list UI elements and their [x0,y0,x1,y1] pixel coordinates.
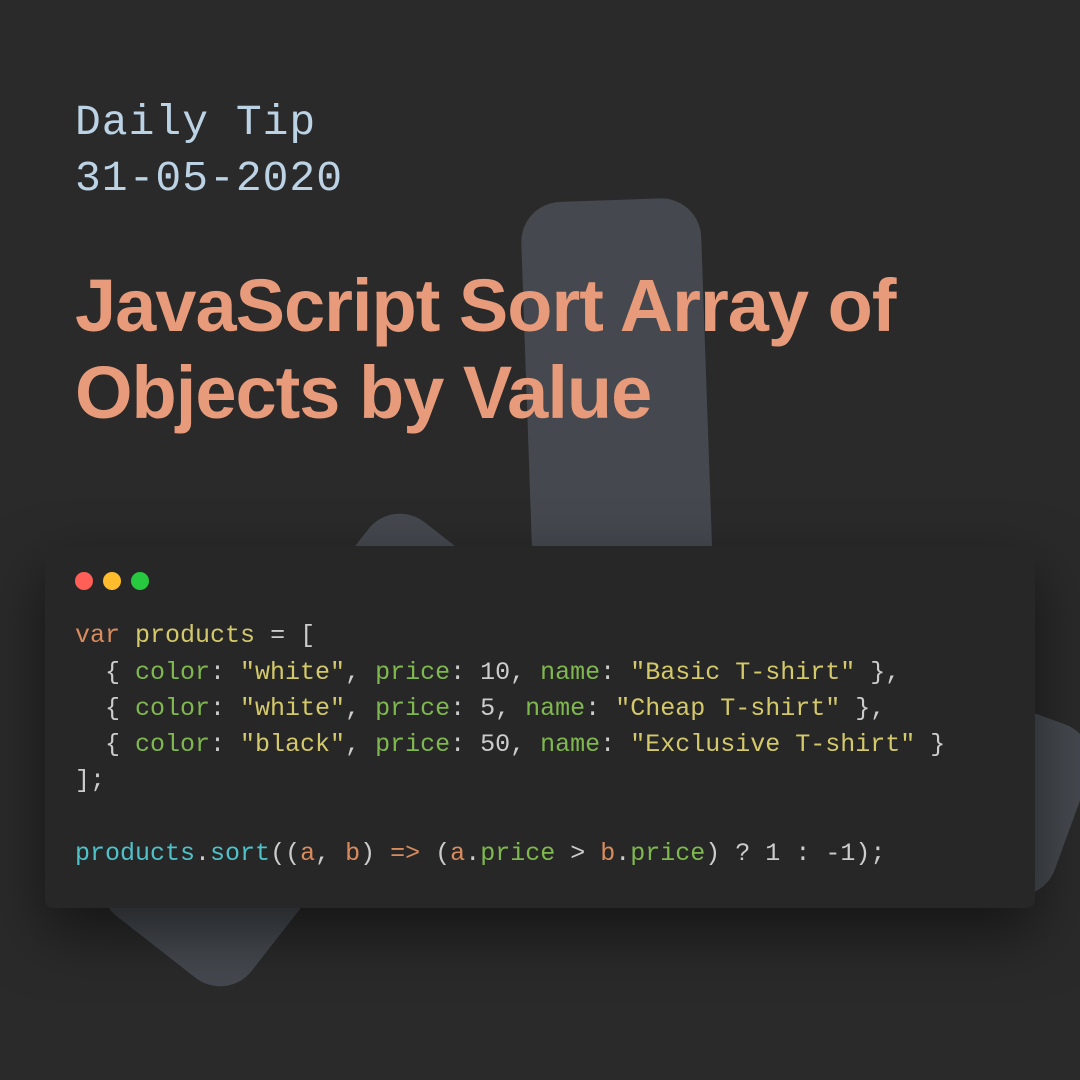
code-param: a [300,839,315,868]
code-param: a [450,839,465,868]
code-string: "white" [240,694,345,723]
code-window: var products = [ { color: "white", price… [45,546,1035,908]
code-prop: color [135,658,210,687]
code-punct: = [ [255,621,315,650]
code-prop: name [540,730,600,759]
code-arrow: => [390,839,420,868]
code-prop: price [375,658,450,687]
code-prop: color [135,730,210,759]
code-prop: name [540,658,600,687]
code-string: "white" [240,658,345,687]
code-string: "black" [240,730,345,759]
code-prop: price [480,839,555,868]
code-string: "Basic T-shirt" [630,658,855,687]
code-prop: color [135,694,210,723]
code-string: "Cheap T-shirt" [615,694,840,723]
minimize-icon [103,572,121,590]
code-number: 1 [765,839,780,868]
code-param: b [600,839,615,868]
code-variable: products [135,621,255,650]
code-string: "Exclusive T-shirt" [630,730,915,759]
code-number: 10 [480,658,510,687]
page-title: JavaScript Sort Array of Objects by Valu… [75,262,1010,437]
code-object: products [75,839,195,868]
close-icon [75,572,93,590]
subtitle-line2: 31-05-2020 [75,154,343,203]
subtitle-line1: Daily Tip [75,98,316,147]
code-prop: price [375,730,450,759]
code-keyword: var [75,621,120,650]
code-prop: price [630,839,705,868]
code-number: 5 [480,694,495,723]
code-function: sort [210,839,270,868]
window-controls [75,572,1005,590]
code-number: 50 [480,730,510,759]
code-prop: name [525,694,585,723]
code-prop: price [375,694,450,723]
subtitle: Daily Tip 31-05-2020 [75,95,1010,207]
code-block: var products = [ { color: "white", price… [75,618,1005,872]
code-param: b [345,839,360,868]
code-punct: ]; [75,766,105,795]
maximize-icon [131,572,149,590]
code-number: -1 [825,839,855,868]
